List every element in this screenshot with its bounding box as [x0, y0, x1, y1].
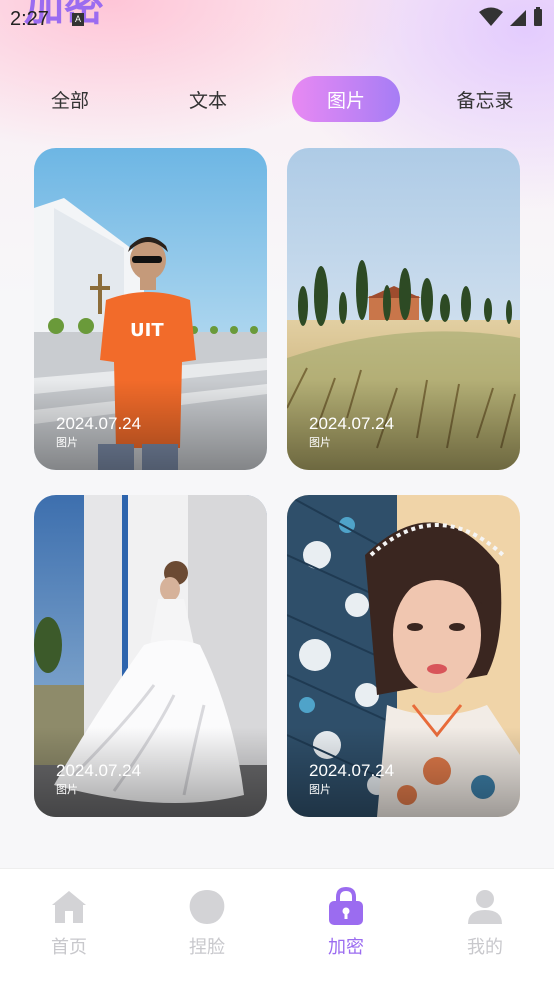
nav-mine-label: 我的 — [467, 937, 503, 958]
image-card[interactable]: 2024.07.24 图片 — [34, 495, 267, 817]
notification-a-icon: A — [72, 13, 84, 26]
tab-images[interactable]: 图片 — [292, 76, 400, 122]
image-card-date: 2024.07.24 — [309, 414, 395, 433]
tab-text-label: 文本 — [188, 89, 227, 112]
tab-images-label: 图片 — [326, 89, 365, 112]
image-card-type: 图片 — [56, 436, 78, 449]
nav-face-label: 捏脸 — [189, 937, 225, 958]
status-icons — [478, 6, 544, 28]
nav-home-label: 首页 — [51, 937, 87, 958]
wifi-icon — [479, 7, 503, 26]
battery-icon — [534, 7, 542, 26]
image-card-date: 2024.07.24 — [56, 761, 142, 780]
face-icon — [187, 887, 227, 927]
nav-encrypt-label: 加密 — [328, 937, 364, 958]
image-card-date: 2024.07.24 — [56, 414, 142, 433]
lock-icon — [326, 887, 366, 927]
status-bar: 加密 2:27 A — [0, 0, 554, 40]
person-icon — [465, 887, 505, 927]
home-icon — [49, 887, 89, 927]
image-card-type: 图片 — [309, 783, 331, 796]
nav-face[interactable]: 捏脸 — [167, 887, 247, 967]
bottom-nav: 首页 捏脸 加密 我的 — [0, 868, 554, 985]
nav-encrypt[interactable]: 加密 — [306, 887, 386, 967]
image-card-type: 图片 — [56, 783, 78, 796]
nav-mine[interactable]: 我的 — [445, 887, 525, 967]
image-card[interactable]: UIT 2024.07.24 图片 — [34, 148, 267, 470]
nav-home[interactable]: 首页 — [29, 887, 109, 967]
tab-all-label: 全部 — [50, 89, 89, 112]
image-card-date: 2024.07.24 — [309, 761, 395, 780]
tab-all[interactable]: 全部 — [16, 76, 124, 122]
tab-memo[interactable]: 备忘录 — [431, 76, 539, 122]
category-tabs: 全部 文本 图片 备忘录 — [0, 76, 554, 124]
image-card[interactable]: 2024.07.24 图片 — [287, 495, 520, 817]
image-card-type: 图片 — [309, 436, 331, 449]
svg-text:UIT: UIT — [130, 320, 164, 341]
image-card[interactable]: 2024.07.24 图片 — [287, 148, 520, 470]
tab-text[interactable]: 文本 — [154, 76, 262, 122]
tab-memo-label: 备忘录 — [456, 89, 514, 112]
status-time: 2:27 — [10, 8, 49, 30]
signal-icon — [510, 10, 526, 26]
